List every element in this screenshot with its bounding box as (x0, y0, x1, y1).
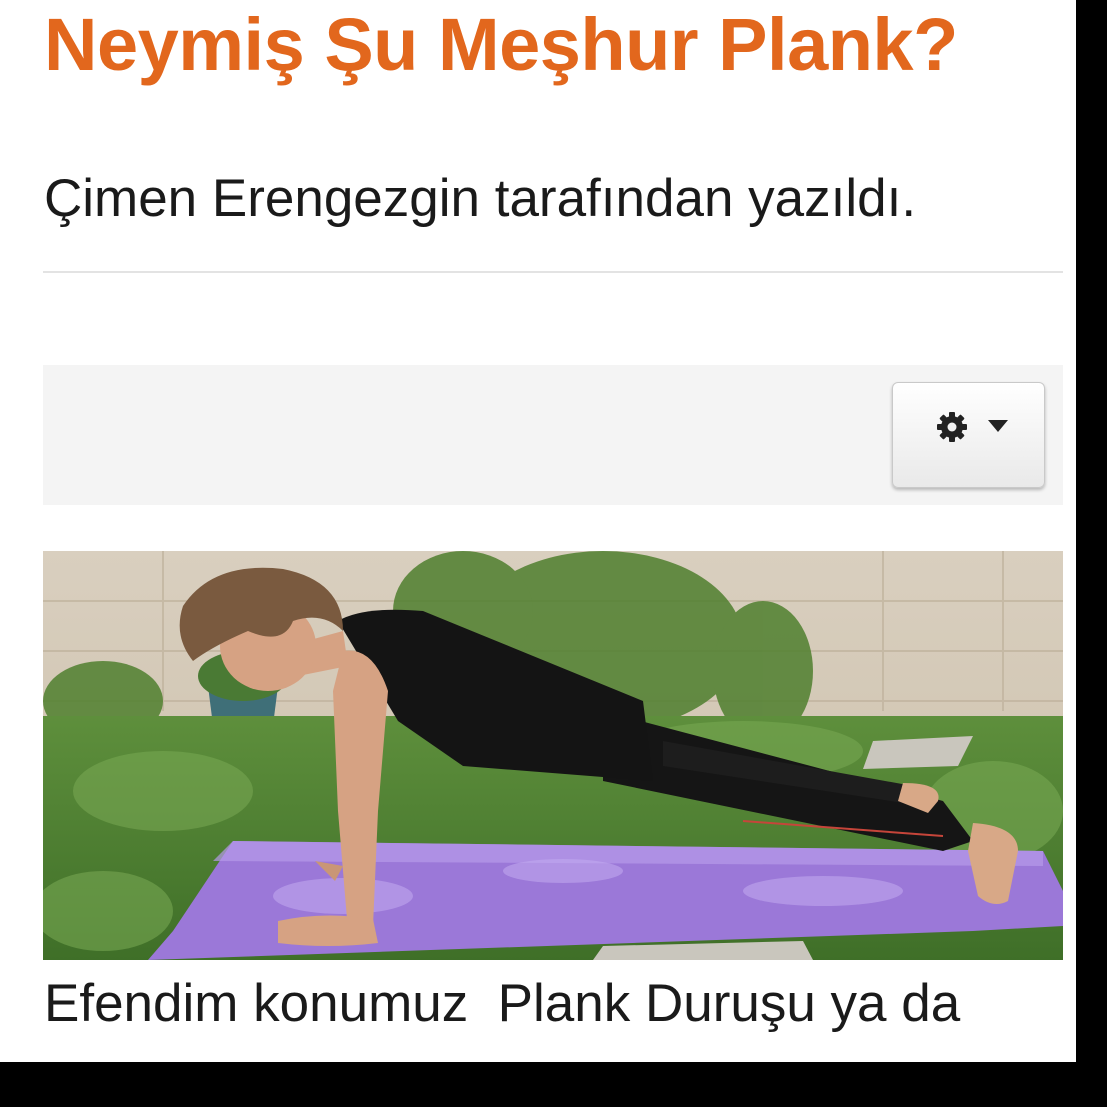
article-tools-button[interactable] (892, 382, 1045, 488)
article-byline: Çimen Erengezgin tarafından yazıldı. (44, 169, 917, 228)
article-toolbar (43, 365, 1063, 505)
divider (43, 271, 1063, 273)
article-intro-text: Efendim konumuz Plank Duruşu ya da (44, 974, 961, 1033)
article-title: Neymiş Şu Meşhur Plank? (44, 3, 958, 86)
chevron-down-icon (988, 420, 1008, 432)
article-page: Neymiş Şu Meşhur Plank? Çimen Erengezgin… (0, 0, 1076, 1062)
gear-icon (937, 412, 967, 442)
article-image (43, 551, 1063, 960)
